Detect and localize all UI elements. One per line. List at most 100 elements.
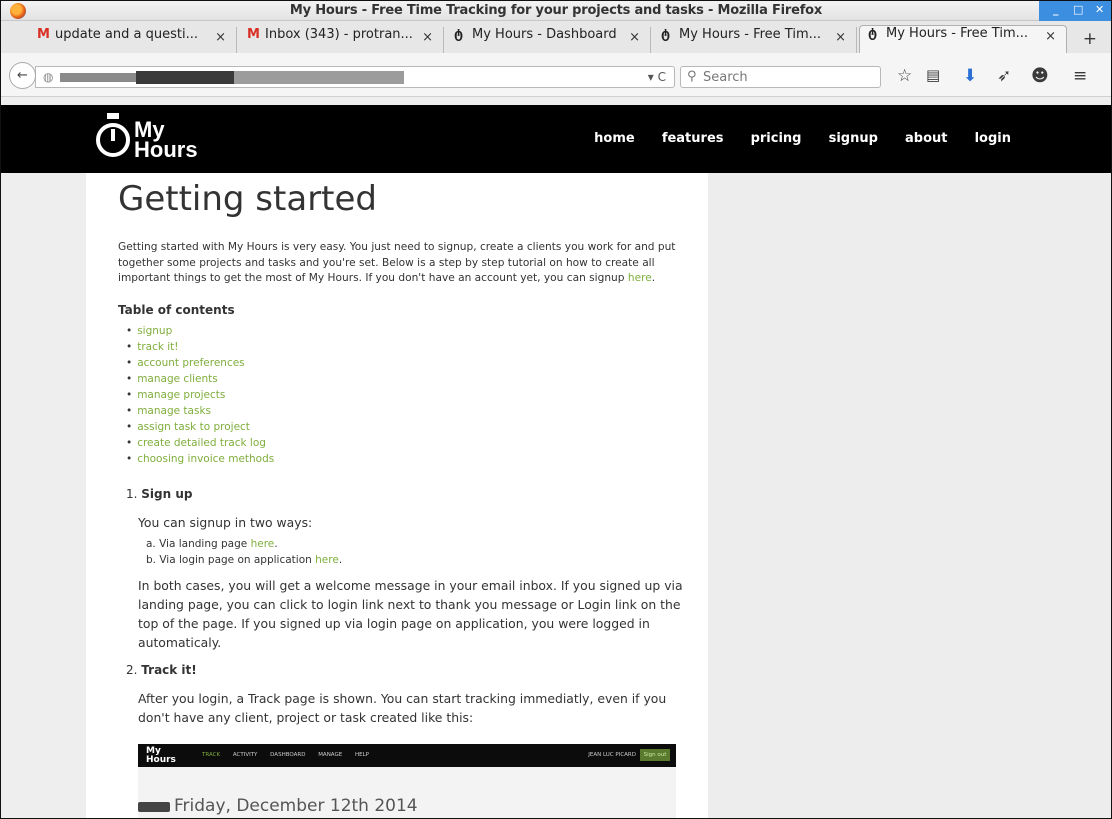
search-input[interactable]: [703, 69, 873, 85]
signup-lead: You can signup in two ways:: [138, 515, 313, 530]
gmail-icon: M: [37, 27, 50, 42]
tab-bar: Mupdate and a questi... × M Inbox (343) -…: [1, 21, 1111, 53]
tab-label: My Hours - Dashboard: [472, 27, 617, 42]
section-title: Track it!: [141, 663, 197, 677]
landing-page-link[interactable]: here: [251, 538, 275, 550]
tab-label: My Hours - Free Tim...: [679, 27, 822, 42]
reading-list-icon[interactable]: ▤: [926, 66, 940, 84]
back-button[interactable]: ←: [9, 62, 36, 89]
screenshot-nav-track: TRACK: [202, 752, 221, 758]
redacted-url: [234, 71, 404, 84]
search-icon: ⚲: [687, 69, 697, 84]
screenshot-signout: Sign out: [640, 749, 670, 761]
stopwatch-icon: [96, 113, 130, 157]
redacted-url: [136, 71, 236, 84]
screenshot-nav: TRACK ACTIVITY DASHBOARD MANAGE HELP: [202, 752, 380, 758]
close-icon[interactable]: ×: [422, 30, 433, 45]
intro-paragraph: Getting started with My Hours is very ea…: [118, 241, 676, 284]
intro-signup-link[interactable]: here: [628, 272, 652, 284]
tab-5-active[interactable]: ტ My Hours - Free Tim... ×: [859, 25, 1067, 53]
section-title: Sign up: [141, 487, 193, 501]
nav-toolbar: ◍ ▾ C ← ⚲ ☆ ▤ ⬇ ➶ ☻ ≡: [1, 53, 1111, 97]
close-window-icon[interactable]: ✕: [1095, 3, 1104, 16]
screenshot-date: Friday, December 12th 2014: [174, 796, 418, 816]
toc-link-manage-clients[interactable]: manage clients: [126, 371, 274, 387]
tab-3[interactable]: ტ My Hours - Dashboard ×: [446, 27, 651, 53]
stopwatch-icon: ტ: [868, 26, 878, 41]
right-sidebar: [708, 173, 1111, 818]
section-track-heading: 2. Track it!: [126, 663, 197, 677]
stopwatch-icon: ტ: [661, 27, 671, 42]
close-icon[interactable]: ×: [1045, 29, 1056, 44]
new-tab-icon[interactable]: +: [1083, 29, 1097, 49]
option-text: a. Via landing page: [146, 538, 248, 550]
tab-4[interactable]: ტ My Hours - Free Tim... ×: [653, 27, 857, 53]
signup-option-b: b. Via login page on application here.: [146, 554, 343, 566]
toc-link-track[interactable]: track it!: [126, 339, 274, 355]
logo-text-hours: Hours: [134, 137, 198, 162]
toc-link-detailed-track-log[interactable]: create detailed track log: [126, 435, 274, 451]
screenshot-nav-dashboard: DASHBOARD: [270, 752, 306, 758]
web-page: My Hours home features pricing signup ab…: [1, 97, 1111, 818]
search-box[interactable]: ⚲: [680, 66, 881, 88]
screenshot-logo-line2: Hours: [146, 755, 176, 765]
toc-link-manage-projects[interactable]: manage projects: [126, 387, 274, 403]
screenshot-navbar: My Hours TRACK ACTIVITY DASHBOARD MANAGE…: [138, 744, 676, 767]
screenshot-logo: My Hours: [146, 747, 176, 765]
close-icon[interactable]: ×: [835, 30, 846, 45]
menu-icon[interactable]: ≡: [1073, 66, 1087, 86]
nav-pricing[interactable]: pricing: [751, 131, 802, 146]
tab-1[interactable]: Mupdate and a questi... ×: [29, 27, 237, 53]
tab-label: Inbox (343) - protran...: [265, 27, 413, 42]
track-page-screenshot: My Hours TRACK ACTIVITY DASHBOARD MANAGE…: [138, 744, 676, 818]
nav-home[interactable]: home: [594, 131, 635, 146]
site-header: My Hours home features pricing signup ab…: [1, 105, 1111, 173]
close-icon[interactable]: ×: [629, 30, 640, 45]
browser-window: My Hours - Free Time Tracking for your p…: [0, 0, 1112, 819]
toc-heading: Table of contents: [118, 303, 235, 317]
section-signup-heading: 1. Sign up: [126, 487, 192, 501]
tab-label: update and a questi...: [55, 27, 198, 42]
redacted-url: [60, 73, 140, 82]
signup-body: In both cases, you will get a welcome me…: [138, 578, 683, 650]
window-title: My Hours - Free Time Tracking for your p…: [289, 3, 823, 18]
track-body: After you login, a Track page is shown. …: [138, 691, 667, 725]
signup-option-a: a. Via landing page here.: [146, 538, 278, 550]
intro-text: Getting started with My Hours is very ea…: [118, 241, 676, 284]
url-bar[interactable]: ◍ ▾ C: [35, 66, 675, 88]
reload-icon[interactable]: ▾ C: [648, 70, 666, 84]
screenshot-nav-help: HELP: [354, 752, 369, 758]
toc-link-manage-tasks[interactable]: manage tasks: [126, 403, 274, 419]
send-icon[interactable]: ➶: [997, 66, 1011, 86]
bookmark-star-icon[interactable]: ☆: [897, 66, 912, 86]
tab-2[interactable]: M Inbox (343) - protran... ×: [239, 27, 444, 53]
toc-link-signup[interactable]: signup: [126, 323, 274, 339]
screenshot-nav-manage: MANAGE: [318, 752, 343, 758]
close-icon[interactable]: ×: [215, 30, 226, 45]
screenshot-date-pager: [138, 802, 170, 812]
section-number: 1.: [126, 487, 138, 501]
nav-about[interactable]: about: [905, 131, 947, 146]
article-content: Getting started Getting started with My …: [86, 173, 708, 818]
page-title: Getting started: [118, 179, 378, 219]
table-of-contents: signup track it! account preferences man…: [126, 323, 274, 467]
stopwatch-icon: ტ: [454, 27, 464, 42]
minimize-icon[interactable]: _: [1053, 3, 1059, 16]
toc-link-account-preferences[interactable]: account preferences: [126, 355, 274, 371]
tab-label: My Hours - Free Tim...: [886, 26, 1029, 41]
nav-signup[interactable]: signup: [829, 131, 878, 146]
screenshot-user: JEAN LUC PICARD: [588, 752, 636, 758]
globe-icon: ◍: [43, 70, 54, 84]
toc-link-assign-task[interactable]: assign task to project: [126, 419, 274, 435]
title-bar: My Hours - Free Time Tracking for your p…: [1, 1, 1111, 21]
nav-features[interactable]: features: [662, 131, 724, 146]
chat-icon[interactable]: ☻: [1031, 66, 1049, 86]
site-nav: home features pricing signup about login: [572, 127, 1011, 146]
gmail-icon: M: [247, 27, 260, 42]
download-icon[interactable]: ⬇: [963, 66, 977, 86]
login-page-link[interactable]: here: [315, 554, 339, 566]
nav-login[interactable]: login: [975, 131, 1011, 146]
option-text: b. Via login page on application: [146, 554, 312, 566]
maximize-icon[interactable]: □: [1073, 3, 1083, 16]
toc-link-invoice-methods[interactable]: choosing invoice methods: [126, 451, 274, 467]
